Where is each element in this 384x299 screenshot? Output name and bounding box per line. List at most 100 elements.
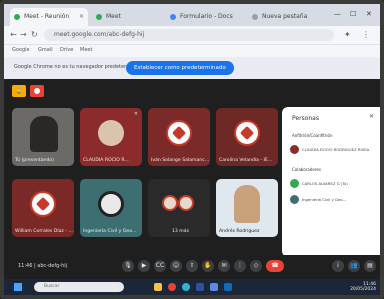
bookmark-item[interactable]: Google bbox=[12, 47, 30, 53]
participant-tile[interactable]: 13 más bbox=[148, 179, 210, 237]
participant-name: CLAUDIA ROCIO R... bbox=[83, 158, 129, 163]
start-icon[interactable] bbox=[14, 283, 22, 291]
minimize-icon[interactable]: — bbox=[334, 10, 341, 18]
browser-tab[interactable]: Formulario - Docs bbox=[166, 8, 244, 26]
people-panel: Personas ✕ Anfitrión/Coanfitrión CLAUDIA… bbox=[282, 107, 380, 257]
clock-date: 20/05/2024 bbox=[350, 287, 376, 292]
close-icon[interactable]: ✕ bbox=[79, 8, 84, 26]
menu-icon[interactable]: ⋮ bbox=[362, 30, 370, 39]
participant-list-name: Ingeniería Civil y Geo... bbox=[302, 197, 347, 202]
screen: Meet - Reunión ✕ Meet Formulario - Docs N… bbox=[0, 0, 384, 299]
participant-tile[interactable]: Andrés Rodríguez bbox=[216, 179, 278, 237]
university-logo-avatar bbox=[234, 120, 260, 146]
participant-name: Iván Solange Salamanc... bbox=[151, 158, 210, 163]
windows-taskbar: Buscar 11:46 20/05/2024 bbox=[4, 279, 380, 295]
taskbar-clock[interactable]: 11:46 20/05/2024 bbox=[350, 282, 376, 292]
meet-window: Google Chrome no es tu navegador predete… bbox=[4, 57, 380, 279]
mic-icon[interactable]: 🎙 bbox=[122, 260, 134, 272]
meet-favicon-icon bbox=[14, 14, 20, 20]
window-close-icon[interactable]: ✕ bbox=[366, 10, 372, 18]
avatar bbox=[290, 179, 299, 188]
participant-tile[interactable]: Tú (presentando) bbox=[12, 108, 74, 166]
avatar bbox=[98, 191, 124, 217]
file-explorer-icon[interactable] bbox=[154, 283, 162, 291]
recording-icon bbox=[30, 85, 44, 97]
browser-tab-strip: Meet - Reunión ✕ Meet Formulario - Docs N… bbox=[4, 4, 380, 26]
present-icon[interactable]: ⇧ bbox=[186, 260, 198, 272]
participant-name: Tú (presentando) bbox=[15, 158, 54, 163]
maximize-icon[interactable]: ☐ bbox=[350, 10, 356, 18]
participant-name: Ingeniería Civil y Geo... bbox=[83, 229, 137, 234]
participant-tile[interactable]: Carolina Velandia - IE... bbox=[216, 108, 278, 166]
edge-icon[interactable] bbox=[182, 283, 190, 291]
address-bar: ← → ↻ meet.google.com/abc-defg-hij ✦ ⋮ bbox=[4, 26, 380, 44]
tab-label: Formulario - Docs bbox=[180, 13, 233, 20]
participant-tile[interactable]: Ingeniería Civil y Geo... bbox=[80, 179, 142, 237]
university-logo-avatar bbox=[166, 120, 192, 146]
meeting-controls: 11:46 | abc-defg-hij 🎙 ▶ CC ☺ ⇧ ✋ ✉ ⋮ ◇ … bbox=[4, 255, 380, 279]
university-logo-avatar bbox=[30, 191, 56, 217]
bookmark-item[interactable]: Gmail bbox=[38, 47, 53, 53]
avatar bbox=[290, 145, 299, 154]
mail-icon[interactable] bbox=[224, 283, 232, 291]
bookmark-item[interactable]: Drive bbox=[60, 47, 73, 53]
participant-video bbox=[234, 185, 260, 223]
word-icon[interactable] bbox=[196, 283, 204, 291]
participant-tile[interactable]: ✕ CLAUDIA ROCIO R... bbox=[80, 108, 142, 166]
participant-tile[interactable]: William Corrales Díaz - ... bbox=[12, 179, 74, 237]
participant-list-name: CLAUDIA ROCIO RODRIGUEZ RIVEA bbox=[302, 147, 370, 152]
browser-tab[interactable]: Meet - Reunión ✕ bbox=[10, 8, 88, 26]
participant-name: William Corrales Díaz - ... bbox=[15, 229, 73, 234]
mic-off-icon: ✕ bbox=[133, 111, 138, 117]
section-header: Anfitrión/Coanfitrión bbox=[292, 133, 333, 138]
close-panel-icon[interactable]: ✕ bbox=[369, 113, 374, 120]
back-icon[interactable]: ← bbox=[10, 30, 17, 39]
meeting-time: 11:46 | abc-defg-hij bbox=[18, 263, 68, 269]
camera-icon[interactable]: ▶ bbox=[138, 260, 150, 272]
activities-icon[interactable]: ◇ bbox=[250, 260, 262, 272]
chat-icon[interactable]: ✉ bbox=[218, 260, 230, 272]
meeting-code: abc-defg-hij bbox=[37, 263, 68, 269]
participant-tile[interactable]: Iván Solange Salamanc... bbox=[148, 108, 210, 166]
chrome-icon[interactable] bbox=[168, 283, 176, 291]
browser-tab[interactable]: Meet bbox=[92, 8, 162, 26]
taskbar-search[interactable]: Buscar bbox=[34, 282, 124, 292]
docs-favicon-icon bbox=[170, 14, 176, 20]
default-browser-banner: Google Chrome no es tu navegador predete… bbox=[4, 57, 380, 79]
chat-panel-icon[interactable]: ▤ bbox=[364, 260, 376, 272]
participant-video bbox=[30, 116, 58, 152]
reload-icon[interactable]: ↻ bbox=[31, 30, 38, 39]
end-call-button[interactable]: ☎ bbox=[266, 260, 284, 272]
avatar bbox=[162, 195, 178, 211]
more-participants-label: 13 más bbox=[172, 229, 189, 234]
participant-name: Carolina Velandia - IE... bbox=[219, 158, 273, 163]
raise-hand-icon[interactable]: ✋ bbox=[202, 260, 214, 272]
bookmarks-bar: Google Gmail Drive Meet bbox=[4, 44, 380, 57]
bookmark-item[interactable]: Meet bbox=[80, 47, 92, 53]
emoji-icon[interactable]: ☺ bbox=[170, 260, 182, 272]
avatar bbox=[178, 195, 194, 211]
info-icon[interactable]: i bbox=[332, 260, 344, 272]
captions-icon[interactable]: CC bbox=[154, 260, 166, 272]
tab-label: Nueva pestaña bbox=[262, 13, 308, 20]
participant-list-name: CARLOS ALVAREZ G (Tú) bbox=[302, 181, 348, 186]
url-field[interactable]: meet.google.com/abc-defg-hij bbox=[44, 29, 334, 41]
participant-name: Andrés Rodríguez bbox=[219, 229, 260, 234]
browser-tab[interactable]: Nueva pestaña bbox=[248, 8, 318, 26]
avatar bbox=[98, 120, 124, 146]
chrome-favicon-icon bbox=[252, 14, 258, 20]
avatar bbox=[290, 195, 299, 204]
forward-icon[interactable]: → bbox=[20, 30, 27, 39]
more-options-icon[interactable]: ⋮ bbox=[234, 260, 246, 272]
section-header: Colaboradores bbox=[292, 167, 321, 172]
time-text: 11:46 bbox=[18, 263, 33, 269]
lock-icon[interactable]: 🔒 bbox=[12, 85, 26, 97]
store-icon[interactable] bbox=[210, 283, 218, 291]
people-icon[interactable]: 👥 bbox=[348, 260, 360, 272]
set-default-button[interactable]: Establecer como predeterminado bbox=[126, 61, 234, 75]
tab-label: Meet - Reunión bbox=[24, 13, 70, 20]
tab-label: Meet bbox=[106, 13, 121, 20]
panel-title: Personas bbox=[292, 115, 319, 122]
extensions-icon[interactable]: ✦ bbox=[344, 30, 351, 39]
meet-favicon-icon bbox=[96, 14, 102, 20]
